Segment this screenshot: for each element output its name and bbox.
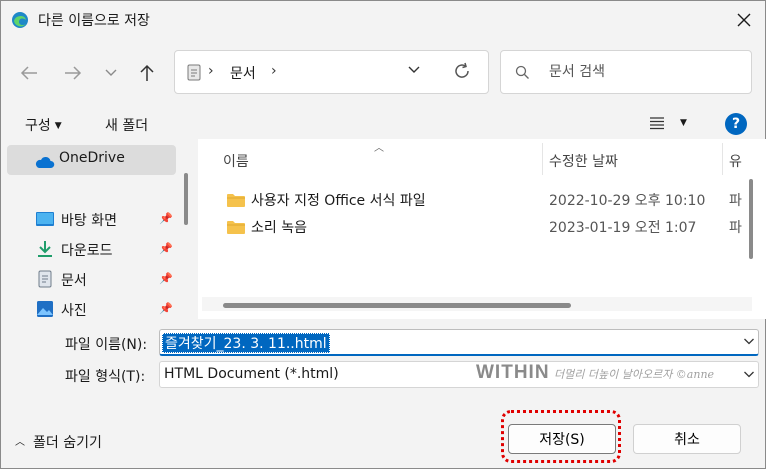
- hide-folders-toggle[interactable]: ︿ 폴더 숨기기: [15, 432, 102, 452]
- edge-icon: [12, 12, 28, 28]
- up-button[interactable]: [133, 59, 161, 87]
- sidebar-item-downloads[interactable]: 다운로드 📌: [7, 235, 176, 265]
- watermark-brand: WITHIN: [476, 362, 550, 383]
- chevron-down-icon: [105, 69, 117, 76]
- cloud-icon: [35, 156, 55, 168]
- filename-field[interactable]: 즐겨찾기_23. 3. 11..html: [159, 329, 759, 356]
- nav-pane-scrollbar[interactable]: [184, 173, 188, 225]
- filename-label: 파일 이름(N):: [65, 337, 148, 353]
- column-divider[interactable]: [542, 143, 543, 175]
- sidebar-item-pictures[interactable]: 사진 📌: [7, 295, 176, 319]
- folder-icon: [227, 221, 245, 234]
- arrow-left-icon: [20, 66, 37, 80]
- sidebar-item-label: 다운로드: [61, 243, 113, 259]
- filetype-value: HTML Document (*.html): [164, 366, 339, 382]
- title-bar: 다른 이름으로 저장: [1, 1, 765, 39]
- help-button[interactable]: ?: [725, 113, 747, 135]
- download-icon: [38, 241, 52, 257]
- arrow-up-icon: [140, 64, 154, 81]
- view-options-icon[interactable]: [649, 116, 665, 130]
- column-header-name[interactable]: 이름: [223, 151, 249, 171]
- new-folder-button[interactable]: 새 폴더: [105, 115, 148, 135]
- pictures-icon: [37, 301, 53, 317]
- address-bar[interactable]: › 문서 ›: [174, 50, 489, 94]
- pin-icon[interactable]: 📌: [159, 272, 173, 285]
- window-title: 다른 이름으로 저장: [38, 13, 150, 29]
- save-button[interactable]: 저장(S): [508, 424, 616, 454]
- hide-folders-label: 폴더 숨기기: [33, 435, 102, 451]
- sidebar-item-label: OneDrive: [59, 150, 125, 166]
- sidebar-item-label: 사진: [61, 303, 87, 319]
- desktop-icon: [36, 212, 54, 226]
- sidebar-item-documents[interactable]: 문서 📌: [7, 265, 176, 295]
- search-box[interactable]: [500, 50, 752, 94]
- column-divider[interactable]: [722, 143, 723, 175]
- sidebar-item-desktop[interactable]: 바탕 화면 📌: [7, 205, 176, 235]
- list-item[interactable]: 사용자 지정 Office 서식 파일 2022-10-29 오후 10:10 …: [198, 187, 766, 213]
- sort-ascending-icon: ︿: [374, 143, 384, 154]
- documents-icon: [187, 64, 201, 81]
- file-list-horizontal-scrollbar[interactable]: [223, 303, 571, 308]
- refresh-icon[interactable]: [453, 62, 471, 80]
- close-icon: [737, 13, 751, 27]
- breadcrumb-separator[interactable]: ›: [271, 63, 277, 79]
- back-button[interactable]: [15, 59, 43, 87]
- file-name: 사용자 지정 Office 서식 파일: [251, 193, 426, 209]
- sidebar-item-label: 바탕 화면: [61, 213, 117, 229]
- view-dropdown-caret-icon[interactable]: ▼: [680, 118, 687, 128]
- breadcrumb-separator: ›: [208, 63, 214, 79]
- file-list: ︿ 이름 수정한 날짜 유 사용자 지정 Office 서식 파일 2022-1…: [198, 139, 766, 319]
- file-type: 파: [729, 193, 742, 209]
- save-as-dialog: 다른 이름으로 저장 › 문서 › 구성▼ 새 폴더 ▼ ? OneD: [0, 0, 766, 469]
- sidebar-item-label: 문서: [61, 273, 87, 289]
- pin-icon[interactable]: 📌: [159, 302, 173, 315]
- search-input[interactable]: [549, 61, 739, 83]
- cancel-button[interactable]: 취소: [633, 424, 741, 454]
- chevron-up-icon: ︿: [15, 437, 25, 448]
- pin-icon[interactable]: 📌: [159, 242, 173, 255]
- arrow-right-icon: [65, 66, 82, 80]
- file-date: 2023-01-19 오전 1:07: [549, 220, 697, 236]
- organize-label: 구성: [25, 118, 51, 134]
- chevron-down-icon[interactable]: [743, 337, 755, 346]
- filename-input-value[interactable]: 즐겨찾기_23. 3. 11..html: [162, 333, 330, 353]
- column-header-date[interactable]: 수정한 날짜: [549, 151, 618, 171]
- file-list-vertical-scrollbar[interactable]: [749, 179, 753, 259]
- organize-button[interactable]: 구성 ▼: [25, 115, 62, 135]
- breadcrumb-documents[interactable]: 문서: [230, 63, 256, 83]
- file-type: 파: [729, 220, 742, 236]
- chevron-down-icon[interactable]: [743, 370, 755, 379]
- navigation-pane: OneDrive 바탕 화면 📌 다운로드 📌 문서 📌 사진 📌: [1, 139, 196, 319]
- pin-icon[interactable]: 📌: [159, 212, 173, 225]
- forward-button[interactable]: [59, 59, 87, 87]
- recent-locations-button[interactable]: [97, 59, 125, 87]
- list-item[interactable]: 소리 녹음 2023-01-19 오전 1:07 파: [198, 214, 766, 240]
- search-icon: [515, 65, 529, 79]
- close-button[interactable]: [729, 5, 759, 35]
- documents-icon: [38, 270, 52, 288]
- address-dropdown-icon[interactable]: [407, 65, 421, 75]
- caret-down-icon: ▼: [54, 121, 62, 131]
- watermark: WITHIN 더멀리 더높이 날아오르자 ©anne: [476, 362, 714, 384]
- column-header-type[interactable]: 유: [729, 151, 742, 171]
- filetype-label: 파일 형식(T):: [65, 369, 146, 385]
- folder-icon: [227, 194, 245, 207]
- file-name: 소리 녹음: [251, 220, 307, 236]
- watermark-text: 더멀리 더높이 날아오르자 ©anne: [554, 368, 715, 381]
- sidebar-item-onedrive[interactable]: OneDrive: [7, 145, 176, 175]
- file-date: 2022-10-29 오후 10:10: [549, 193, 706, 209]
